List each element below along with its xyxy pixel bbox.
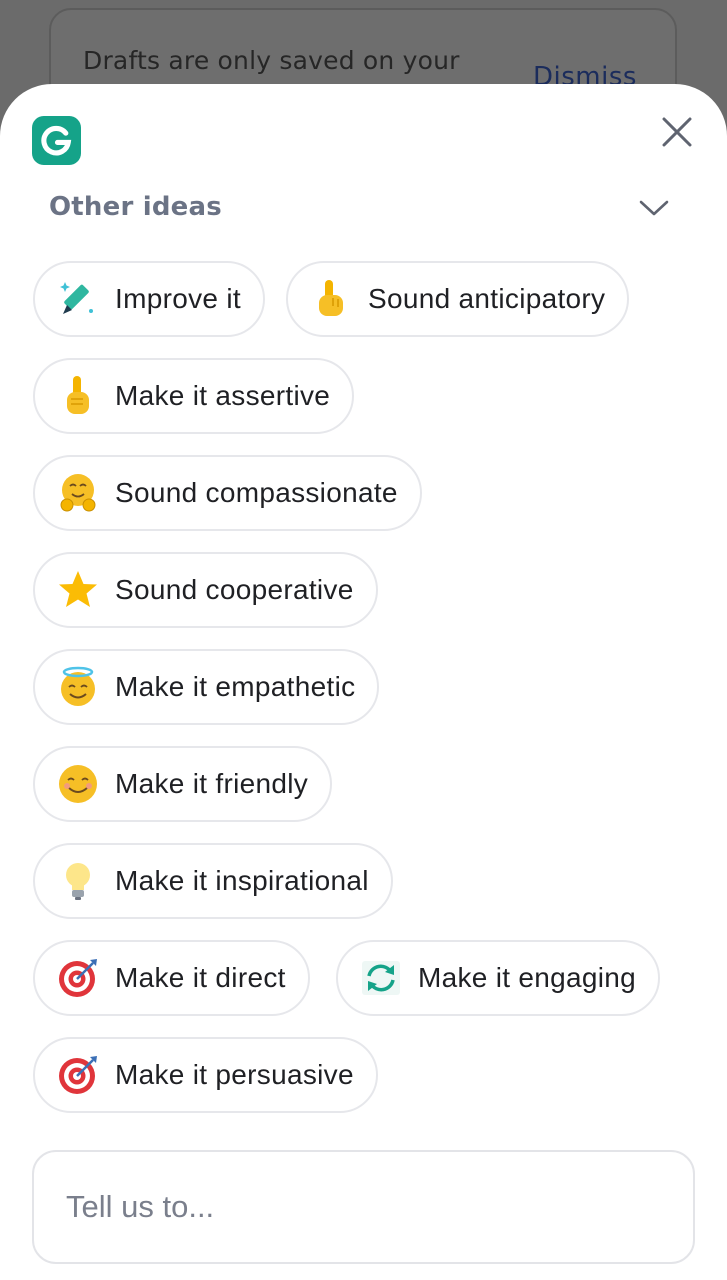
chip-make-it-engaging[interactable]: Make it engaging (336, 940, 661, 1016)
refresh-arrows-icon (362, 961, 400, 995)
chip-label: Sound cooperative (115, 574, 354, 605)
grammarly-logo-icon (32, 116, 81, 165)
chip-make-it-empathetic[interactable]: Make it empathetic (33, 649, 380, 725)
magic-pen-icon (60, 282, 93, 314)
bullseye-icon (59, 959, 97, 997)
chip-label: Make it assertive (115, 380, 331, 411)
chip-make-it-friendly[interactable]: Make it friendly (33, 746, 333, 822)
chip-sound-cooperative[interactable]: Sound cooperative (33, 552, 378, 628)
index-finger-up-icon (67, 376, 89, 414)
halo-face-icon (61, 666, 95, 706)
chip-label: Improve it (115, 283, 241, 314)
section-title: Other ideas (49, 192, 222, 222)
chip-make-it-assertive[interactable]: Make it assertive (33, 358, 355, 434)
chip-make-it-direct[interactable]: Make it direct (33, 940, 310, 1016)
tell-us-input[interactable] (32, 1150, 695, 1264)
close-icon[interactable] (655, 110, 699, 154)
drafts-banner-text: Drafts are only saved on your (83, 46, 460, 75)
chip-sound-anticipatory[interactable]: Sound anticipatory (286, 261, 630, 337)
pointing-hand-icon (319, 280, 343, 316)
hugging-face-icon (60, 474, 96, 512)
chip-label: Make it engaging (418, 962, 637, 993)
suggestions-sheet: Other ideas Improve it Sound anticipator… (0, 84, 727, 1280)
chip-label: Make it empathetic (115, 671, 356, 702)
chip-label: Sound anticipatory (368, 283, 606, 314)
chip-sound-compassionate[interactable]: Sound compassionate (33, 455, 422, 531)
chip-label: Make it inspirational (115, 865, 369, 896)
light-bulb-icon (66, 863, 90, 900)
chip-label: Sound compassionate (115, 477, 398, 508)
chip-label: Make it direct (115, 962, 286, 993)
star-icon (59, 571, 97, 607)
chip-make-it-persuasive[interactable]: Make it persuasive (33, 1037, 378, 1113)
chevron-down-icon[interactable] (636, 192, 672, 222)
smiling-face-icon (59, 765, 97, 803)
chip-make-it-inspirational[interactable]: Make it inspirational (33, 843, 393, 919)
chip-improve-it[interactable]: Improve it (33, 261, 265, 337)
chip-label: Make it persuasive (115, 1059, 354, 1090)
bullseye-icon (59, 1056, 97, 1094)
chip-label: Make it friendly (115, 768, 309, 799)
